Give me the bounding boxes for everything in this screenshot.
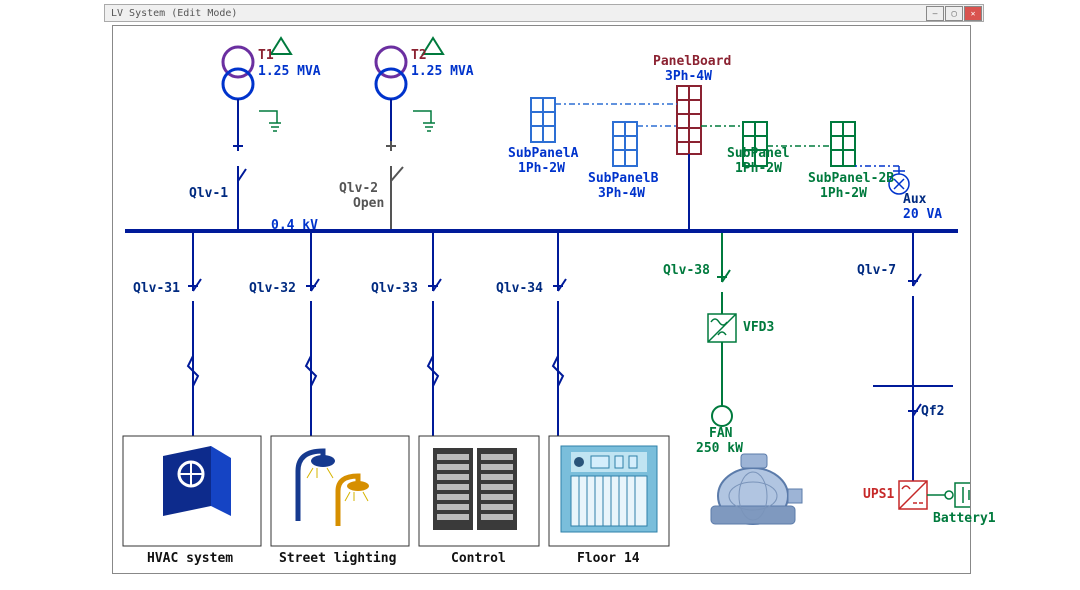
subpanel2b-type: 1Ph-2W xyxy=(820,186,867,201)
single-line-diagram: T1 1.25 MVA T2 1.25 MVA Qlv-1 Qlv-2 Open… xyxy=(112,25,971,574)
feeder-qlv33[interactable] xyxy=(428,233,441,436)
t2-rating: 1.25 MVA xyxy=(411,64,474,79)
main-bus[interactable] xyxy=(125,229,958,233)
subpanel1-name: SubPanel xyxy=(727,146,790,161)
qlv33-label: Qlv-33 xyxy=(371,281,418,296)
hvac-label: HVAC system xyxy=(147,551,233,566)
ground-icon xyxy=(413,111,435,131)
floor-label: Floor 14 xyxy=(577,551,640,566)
ups1[interactable] xyxy=(899,481,927,509)
feeder-qlv34[interactable] xyxy=(553,233,566,436)
server-rack-icon xyxy=(433,448,517,530)
hvac-icon xyxy=(163,446,231,516)
subpanel-b[interactable] xyxy=(613,122,637,166)
maximize-button[interactable]: ▢ xyxy=(945,6,963,21)
subpanelA-name: SubPanelA xyxy=(508,146,578,161)
vfd-label: VFD3 xyxy=(743,320,774,335)
feeder-qlv7[interactable] xyxy=(873,233,953,386)
aux-name: Aux xyxy=(903,192,926,207)
subpanel-2b[interactable] xyxy=(831,122,855,166)
subpanelB-type: 3Ph-4W xyxy=(598,186,645,201)
breaker-qf2[interactable] xyxy=(908,386,921,481)
subpanel2b-name: SubPanel-2B xyxy=(808,171,894,186)
panelboard[interactable] xyxy=(677,86,701,154)
qlv7-label: Qlv-7 xyxy=(857,263,896,278)
t2-name: T2 xyxy=(411,48,427,63)
fan-name: FAN xyxy=(709,426,732,441)
qlv2-label: Qlv-2 xyxy=(339,181,378,196)
streetlight-icon xyxy=(298,451,369,526)
qlv1-label: Qlv-1 xyxy=(189,186,228,201)
qf2-label: Qf2 xyxy=(921,404,944,419)
aux-rating: 20 VA xyxy=(903,207,942,222)
street-label: Street lighting xyxy=(279,551,396,566)
window-title: LV System (Edit Mode) xyxy=(111,8,237,19)
close-button[interactable]: ✕ xyxy=(964,6,982,21)
qlv38-label: Qlv-38 xyxy=(663,263,710,278)
subpanelB-name: SubPanelB xyxy=(588,171,658,186)
feeder-qlv38[interactable] xyxy=(717,233,730,314)
qlv2-state: Open xyxy=(353,196,384,211)
t1-rating: 1.25 MVA xyxy=(258,64,321,79)
t1-name: T1 xyxy=(258,48,274,63)
battery-label: Battery1 xyxy=(933,511,996,526)
feeder-qlv32[interactable] xyxy=(306,233,319,436)
panelboard-name: PanelBoard xyxy=(653,54,731,69)
ground-icon xyxy=(259,111,281,131)
fan-rating: 250 kW xyxy=(696,441,743,456)
subpanelA-type: 1Ph-2W xyxy=(518,161,565,176)
fan-symbol[interactable] xyxy=(712,406,732,426)
floor-panel-icon xyxy=(561,446,657,532)
feeder-qlv31[interactable] xyxy=(188,233,201,436)
disconnector-qlv1[interactable] xyxy=(233,141,246,229)
control-label: Control xyxy=(451,551,506,566)
qlv32-label: Qlv-32 xyxy=(249,281,296,296)
bus-voltage: 0.4 kV xyxy=(271,218,318,233)
qlv34-label: Qlv-34 xyxy=(496,281,543,296)
qlv31-label: Qlv-31 xyxy=(133,281,180,296)
battery1[interactable] xyxy=(927,483,970,507)
subpanel1-type: 1Ph-2W xyxy=(735,161,782,176)
subpanel-a[interactable] xyxy=(531,98,555,142)
vfd3[interactable] xyxy=(708,314,736,342)
minimize-button[interactable]: — xyxy=(926,6,944,21)
disconnector-qlv2[interactable] xyxy=(386,141,403,229)
panelboard-type: 3Ph-4W xyxy=(665,69,712,84)
ups-label: UPS1 xyxy=(863,487,894,502)
motor-icon xyxy=(711,454,802,524)
window-titlebar: LV System (Edit Mode) — ▢ ✕ xyxy=(104,4,984,22)
